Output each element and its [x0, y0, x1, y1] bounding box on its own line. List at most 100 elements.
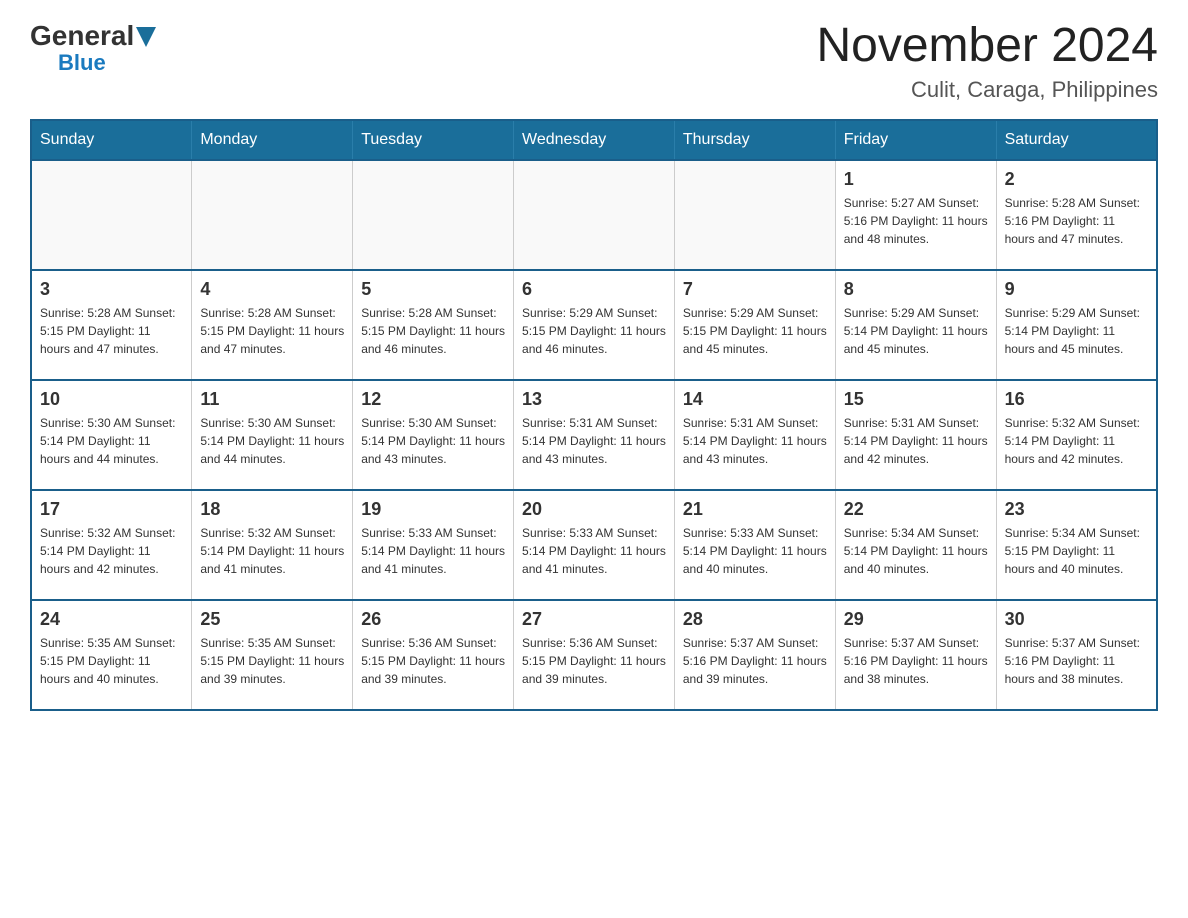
day-of-week-thursday: Thursday [674, 120, 835, 160]
calendar-cell: 30 Sunrise: 5:37 AM Sunset: 5:16 PM Dayli… [996, 600, 1157, 710]
week-row-1: 3 Sunrise: 5:28 AM Sunset: 5:15 PM Daylig… [31, 270, 1157, 380]
day-info: Sunrise: 5:29 AM Sunset: 5:14 PM Dayligh… [1005, 304, 1148, 358]
week-row-2: 10 Sunrise: 5:30 AM Sunset: 5:14 PM Dayli… [31, 380, 1157, 490]
day-info: Sunrise: 5:37 AM Sunset: 5:16 PM Dayligh… [683, 634, 827, 688]
calendar-cell [192, 160, 353, 270]
day-number: 13 [522, 389, 666, 410]
week-row-0: 1 Sunrise: 5:27 AM Sunset: 5:16 PM Daylig… [31, 160, 1157, 270]
logo-general-text: General [30, 20, 156, 52]
calendar-cell: 15 Sunrise: 5:31 AM Sunset: 5:14 PM Dayli… [835, 380, 996, 490]
day-number: 14 [683, 389, 827, 410]
calendar-cell: 6 Sunrise: 5:29 AM Sunset: 5:15 PM Daylig… [514, 270, 675, 380]
day-info: Sunrise: 5:32 AM Sunset: 5:14 PM Dayligh… [200, 524, 344, 578]
day-number: 27 [522, 609, 666, 630]
day-info: Sunrise: 5:36 AM Sunset: 5:15 PM Dayligh… [361, 634, 505, 688]
day-info: Sunrise: 5:29 AM Sunset: 5:15 PM Dayligh… [683, 304, 827, 358]
day-number: 15 [844, 389, 988, 410]
day-info: Sunrise: 5:28 AM Sunset: 5:15 PM Dayligh… [361, 304, 505, 358]
calendar-cell: 3Sunrise: 5:28 AM Sunset: 5:15 PM Daylig… [31, 270, 192, 380]
calendar-cell: 4Sunrise: 5:28 AM Sunset: 5:15 PM Daylig… [192, 270, 353, 380]
day-number: 1 [844, 169, 988, 190]
day-number: 4 [200, 279, 344, 300]
days-of-week-row: SundayMondayTuesdayWednesdayThursdayFrid… [31, 120, 1157, 160]
calendar-cell: 5Sunrise: 5:28 AM Sunset: 5:15 PM Daylig… [353, 270, 514, 380]
day-info: Sunrise: 5:35 AM Sunset: 5:15 PM Dayligh… [200, 634, 344, 688]
day-info: Sunrise: 5:31 AM Sunset: 5:14 PM Dayligh… [844, 414, 988, 468]
calendar-cell: 22Sunrise: 5:34 AM Sunset: 5:14 PM Dayli… [835, 490, 996, 600]
day-number: 23 [1005, 499, 1148, 520]
calendar-table: SundayMondayTuesdayWednesdayThursdayFrid… [30, 119, 1158, 711]
day-number: 21 [683, 499, 827, 520]
calendar-cell: 2 Sunrise: 5:28 AM Sunset: 5:16 PM Daylig… [996, 160, 1157, 270]
location-text: Culit, Caraga, Philippines [816, 77, 1158, 103]
logo-blue-text: Blue [58, 52, 106, 74]
day-of-week-monday: Monday [192, 120, 353, 160]
calendar-cell: 16Sunrise: 5:32 AM Sunset: 5:14 PM Dayli… [996, 380, 1157, 490]
day-number: 6 [522, 279, 666, 300]
calendar-cell: 29Sunrise: 5:37 AM Sunset: 5:16 PM Dayli… [835, 600, 996, 710]
calendar-cell: 8 Sunrise: 5:29 AM Sunset: 5:14 PM Daylig… [835, 270, 996, 380]
calendar-cell: 26Sunrise: 5:36 AM Sunset: 5:15 PM Dayli… [353, 600, 514, 710]
calendar-cell: 11 Sunrise: 5:30 AM Sunset: 5:14 PM Dayli… [192, 380, 353, 490]
calendar-cell: 10Sunrise: 5:30 AM Sunset: 5:14 PM Dayli… [31, 380, 192, 490]
day-info: Sunrise: 5:35 AM Sunset: 5:15 PM Dayligh… [40, 634, 183, 688]
calendar-cell: 18 Sunrise: 5:32 AM Sunset: 5:14 PM Dayli… [192, 490, 353, 600]
day-number: 17 [40, 499, 183, 520]
day-info: Sunrise: 5:37 AM Sunset: 5:16 PM Dayligh… [844, 634, 988, 688]
calendar-cell: 1 Sunrise: 5:27 AM Sunset: 5:16 PM Daylig… [835, 160, 996, 270]
day-number: 19 [361, 499, 505, 520]
calendar-cell: 24 Sunrise: 5:35 AM Sunset: 5:15 PM Dayli… [31, 600, 192, 710]
page-header: General Blue November 2024 Culit, Caraga… [30, 20, 1158, 103]
logo-triangle-icon [136, 27, 156, 47]
day-number: 25 [200, 609, 344, 630]
day-number: 16 [1005, 389, 1148, 410]
logo: General Blue [30, 20, 156, 74]
day-info: Sunrise: 5:36 AM Sunset: 5:15 PM Dayligh… [522, 634, 666, 688]
day-info: Sunrise: 5:29 AM Sunset: 5:14 PM Dayligh… [844, 304, 988, 358]
day-info: Sunrise: 5:29 AM Sunset: 5:15 PM Dayligh… [522, 304, 666, 358]
logo-general: General [30, 20, 134, 52]
day-info: Sunrise: 5:27 AM Sunset: 5:16 PM Dayligh… [844, 194, 988, 248]
day-number: 30 [1005, 609, 1148, 630]
day-number: 2 [1005, 169, 1148, 190]
calendar-cell: 7 Sunrise: 5:29 AM Sunset: 5:15 PM Daylig… [674, 270, 835, 380]
calendar-cell [353, 160, 514, 270]
week-row-3: 17 Sunrise: 5:32 AM Sunset: 5:14 PM Dayli… [31, 490, 1157, 600]
calendar-body: 1 Sunrise: 5:27 AM Sunset: 5:16 PM Daylig… [31, 160, 1157, 710]
day-number: 8 [844, 279, 988, 300]
day-number: 18 [200, 499, 344, 520]
calendar-cell: 17 Sunrise: 5:32 AM Sunset: 5:14 PM Dayli… [31, 490, 192, 600]
calendar-cell [31, 160, 192, 270]
day-of-week-tuesday: Tuesday [353, 120, 514, 160]
day-of-week-sunday: Sunday [31, 120, 192, 160]
day-number: 11 [200, 389, 344, 410]
day-info: Sunrise: 5:32 AM Sunset: 5:14 PM Dayligh… [40, 524, 183, 578]
calendar-cell: 13Sunrise: 5:31 AM Sunset: 5:14 PM Dayli… [514, 380, 675, 490]
calendar-header: SundayMondayTuesdayWednesdayThursdayFrid… [31, 120, 1157, 160]
calendar-cell: 21Sunrise: 5:33 AM Sunset: 5:14 PM Dayli… [674, 490, 835, 600]
month-title: November 2024 [816, 20, 1158, 73]
day-number: 12 [361, 389, 505, 410]
day-of-week-saturday: Saturday [996, 120, 1157, 160]
calendar-cell: 9 Sunrise: 5:29 AM Sunset: 5:14 PM Daylig… [996, 270, 1157, 380]
calendar-cell: 20 Sunrise: 5:33 AM Sunset: 5:14 PM Dayli… [514, 490, 675, 600]
day-info: Sunrise: 5:30 AM Sunset: 5:14 PM Dayligh… [361, 414, 505, 468]
day-number: 7 [683, 279, 827, 300]
day-number: 20 [522, 499, 666, 520]
day-info: Sunrise: 5:37 AM Sunset: 5:16 PM Dayligh… [1005, 634, 1148, 688]
day-info: Sunrise: 5:33 AM Sunset: 5:14 PM Dayligh… [522, 524, 666, 578]
day-info: Sunrise: 5:30 AM Sunset: 5:14 PM Dayligh… [200, 414, 344, 468]
day-number: 3 [40, 279, 183, 300]
calendar-cell: 23Sunrise: 5:34 AM Sunset: 5:15 PM Dayli… [996, 490, 1157, 600]
calendar-cell: 28 Sunrise: 5:37 AM Sunset: 5:16 PM Dayli… [674, 600, 835, 710]
day-of-week-wednesday: Wednesday [514, 120, 675, 160]
calendar-cell: 12 Sunrise: 5:30 AM Sunset: 5:14 PM Dayli… [353, 380, 514, 490]
day-info: Sunrise: 5:28 AM Sunset: 5:16 PM Dayligh… [1005, 194, 1148, 248]
day-info: Sunrise: 5:33 AM Sunset: 5:14 PM Dayligh… [361, 524, 505, 578]
day-number: 10 [40, 389, 183, 410]
day-number: 24 [40, 609, 183, 630]
calendar-cell: 14Sunrise: 5:31 AM Sunset: 5:14 PM Dayli… [674, 380, 835, 490]
calendar-cell: 19 Sunrise: 5:33 AM Sunset: 5:14 PM Dayli… [353, 490, 514, 600]
day-number: 28 [683, 609, 827, 630]
day-number: 9 [1005, 279, 1148, 300]
